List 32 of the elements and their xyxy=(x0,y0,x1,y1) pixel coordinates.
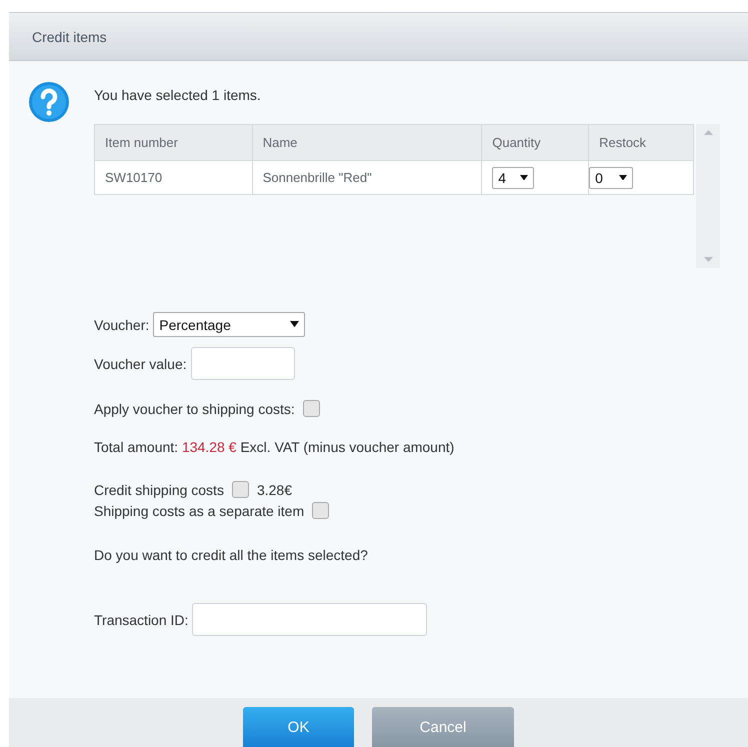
caret-icon xyxy=(619,174,628,180)
voucher-label: Voucher: xyxy=(94,316,150,332)
column-header: Name xyxy=(252,124,482,160)
transaction-id-field[interactable] xyxy=(192,603,428,636)
checkbox[interactable] xyxy=(312,502,330,519)
shipping-amount: 3.28€ xyxy=(256,482,292,498)
checkbox[interactable] xyxy=(302,400,320,417)
scrollbar[interactable] xyxy=(696,124,720,268)
checkbox[interactable] xyxy=(232,481,249,498)
caret-icon xyxy=(520,174,528,180)
voucher-dropdown[interactable]: Percentage xyxy=(153,312,306,337)
transaction-id-label: Transaction ID: xyxy=(94,612,188,628)
column-header: Restock xyxy=(588,124,694,160)
voucher-value-field[interactable] xyxy=(190,347,295,380)
voucher-value-label: Voucher value: xyxy=(94,356,187,372)
dialog-title: Credit items xyxy=(9,13,748,61)
scroll-up-icon[interactable] xyxy=(704,130,712,135)
table-cell: SW10170 xyxy=(94,160,252,194)
message-text: You have selected 1 items. xyxy=(94,87,262,105)
table-cell: Sonnenbrille "Red" xyxy=(252,160,482,194)
question-icon xyxy=(28,81,70,123)
column-header: Quantity xyxy=(482,124,589,160)
credit-shipping-label: Credit shipping costs xyxy=(94,482,224,498)
separate-item-label: Shipping costs as a separate item xyxy=(94,502,304,518)
column-header: Item number xyxy=(94,124,252,160)
apply-voucher-label: Apply voucher to shipping costs: xyxy=(94,400,295,416)
caret-icon xyxy=(290,321,300,328)
total-amount-text: Total amount: 134.28 € Excl. VAT (minus voucher amount) xyxy=(94,439,454,455)
scroll-down-icon[interactable] xyxy=(704,257,712,262)
quantity-dropdown[interactable]: 4 xyxy=(492,166,534,188)
question-text: Do you want to credit all the items selected? xyxy=(94,547,368,563)
restock-dropdown[interactable]: 0 xyxy=(589,166,634,188)
